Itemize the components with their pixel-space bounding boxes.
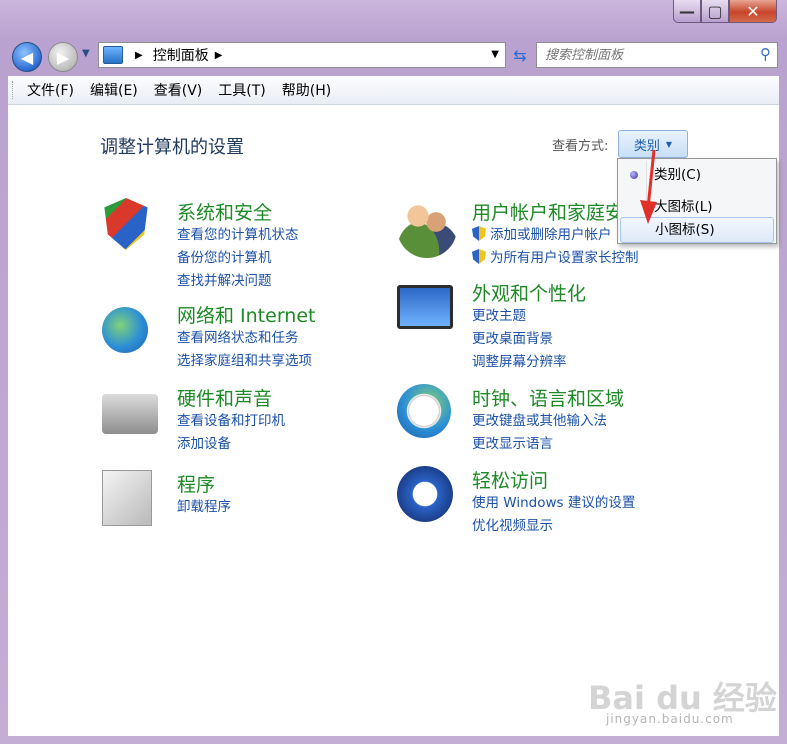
category-link[interactable]: 查看网络状态和任务 <box>177 327 312 350</box>
category-link[interactable]: 更改显示语言 <box>472 433 607 456</box>
programs-box-icon[interactable] <box>102 470 152 526</box>
title-bar-controls: — ▢ ✕ <box>673 0 777 23</box>
category-link[interactable]: 优化视频显示 <box>472 515 635 538</box>
menu-bar: 文件(F) 编辑(E) 查看(V) 工具(T) 帮助(H) <box>8 76 779 105</box>
search-icon[interactable]: ⚲ <box>760 45 771 63</box>
category-title[interactable]: 系统和安全 <box>177 198 272 225</box>
menu-view[interactable]: 查看(V) <box>154 80 203 100</box>
category-title[interactable]: 时钟、语言和区域 <box>472 384 624 411</box>
accessibility-icon[interactable] <box>397 466 453 522</box>
refresh-button[interactable]: ⇆ <box>508 42 532 68</box>
category-link[interactable]: 为所有用户设置家长控制 <box>472 247 639 270</box>
network-globe-icon[interactable] <box>102 307 148 353</box>
category-link[interactable]: 更改键盘或其他输入法 <box>472 410 607 433</box>
breadcrumb-item[interactable]: 控制面板 <box>153 45 209 65</box>
category-title[interactable]: 轻松访问 <box>472 466 548 493</box>
control-panel-icon <box>103 46 123 64</box>
security-shield-icon[interactable] <box>104 198 148 250</box>
recent-pages-dropdown[interactable]: ▼ <box>82 48 90 59</box>
view-by-label: 查看方式: <box>552 139 609 154</box>
arrow-right-icon: ▶ <box>56 47 70 67</box>
menu-file[interactable]: 文件(F) <box>27 80 74 100</box>
category-title[interactable]: 硬件和声音 <box>177 384 272 411</box>
category-link[interactable]: 使用 Windows 建议的设置 <box>472 492 635 515</box>
printer-icon[interactable] <box>102 394 158 434</box>
category-link[interactable]: 卸载程序 <box>177 496 231 519</box>
minimize-button[interactable]: — <box>673 0 701 23</box>
category-link[interactable]: 查看您的计算机状态 <box>177 224 299 247</box>
forward-button[interactable]: ▶ <box>48 42 78 72</box>
arrow-left-icon: ◀ <box>20 47 34 67</box>
search-box[interactable]: ⚲ <box>536 42 778 68</box>
users-icon[interactable] <box>397 198 457 258</box>
category-link[interactable]: 更改主题 <box>472 305 567 328</box>
category-link-text: 添加或删除用户帐户 <box>490 227 612 243</box>
menu-help[interactable]: 帮助(H) <box>282 80 331 100</box>
breadcrumb-chevron-icon[interactable]: ▶ <box>215 50 223 61</box>
uac-shield-icon <box>472 249 486 264</box>
uac-shield-icon <box>472 226 486 241</box>
window-frame: — ▢ ✕ ◀ ▶ ▼ ▶ 控制面板 ▶ ▼ ⇆ ⚲ 文件(F) 编辑(E) 查… <box>0 0 787 744</box>
menu-tools[interactable]: 工具(T) <box>218 80 265 100</box>
category-link[interactable]: 查找并解决问题 <box>177 270 299 293</box>
refresh-icon: ⇆ <box>513 45 527 65</box>
radio-bullet-icon <box>630 171 638 179</box>
address-dropdown-icon[interactable]: ▼ <box>491 49 499 60</box>
search-input[interactable] <box>543 43 747 67</box>
breadcrumb-chevron-icon[interactable]: ▶ <box>135 50 143 61</box>
close-button[interactable]: ✕ <box>729 0 777 23</box>
category-title[interactable]: 外观和个性化 <box>472 279 586 306</box>
clock-globe-icon[interactable] <box>397 384 451 438</box>
category-title[interactable]: 用户帐户和家庭安 <box>472 198 624 225</box>
category-title[interactable]: 网络和 Internet <box>177 301 315 328</box>
category-link[interactable]: 调整屏幕分辨率 <box>472 351 567 374</box>
category-link[interactable]: 更改桌面背景 <box>472 328 567 351</box>
monitor-palette-icon[interactable] <box>397 285 453 329</box>
category-link[interactable]: 查看设备和打印机 <box>177 410 285 433</box>
category-link[interactable]: 添加设备 <box>177 433 285 456</box>
navigation-bar: ◀ ▶ ▼ ▶ 控制面板 ▶ ▼ ⇆ ⚲ <box>8 38 779 72</box>
category-link-text: 为所有用户设置家长控制 <box>490 250 639 266</box>
category-link[interactable]: 选择家庭组和共享选项 <box>177 350 312 373</box>
category-link[interactable]: 备份您的计算机 <box>177 247 299 270</box>
watermark-url: jingyan.baidu.com <box>606 712 734 726</box>
category-link[interactable]: 添加或删除用户帐户 <box>472 224 639 247</box>
page-title: 调整计算机的设置 <box>100 137 244 158</box>
annotation-arrow-icon <box>640 149 657 224</box>
back-button[interactable]: ◀ <box>12 42 42 72</box>
menu-grip <box>12 81 21 99</box>
menu-edit[interactable]: 编辑(E) <box>90 80 138 100</box>
address-bar[interactable]: ▶ 控制面板 ▶ ▼ <box>98 42 506 68</box>
category-title[interactable]: 程序 <box>177 470 215 497</box>
maximize-button[interactable]: ▢ <box>701 0 729 23</box>
